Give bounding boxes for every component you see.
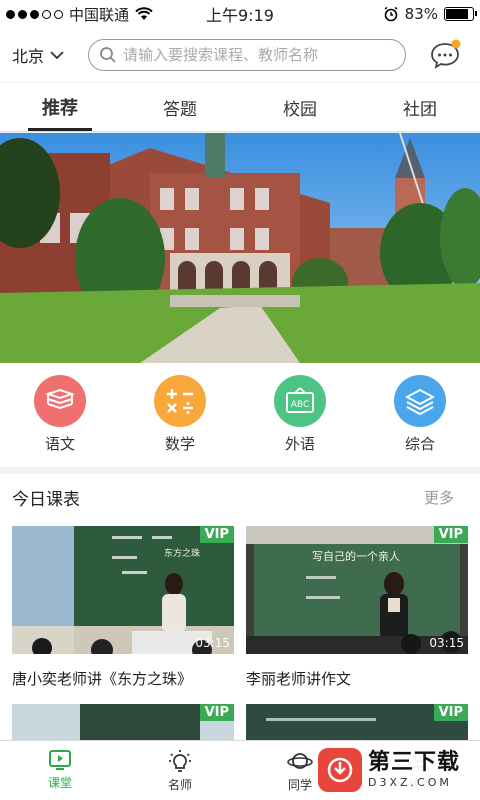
course-thumbnail: 写自己的一个亲人 VIP 03:15: [246, 526, 468, 654]
tab-teachers[interactable]: 名师: [120, 741, 240, 800]
vip-badge: VIP: [199, 704, 234, 721]
battery-icon: [444, 7, 477, 21]
wifi-icon: [135, 7, 153, 20]
top-header: 北京: [0, 28, 480, 82]
course-title: 李丽老师讲作文: [246, 670, 352, 688]
city-label: 北京: [12, 47, 45, 66]
blackboard-text: 东方之珠: [164, 547, 200, 559]
signal-icon: [6, 9, 63, 19]
campus-photo: [0, 133, 480, 363]
layers-icon: [394, 375, 446, 427]
course-card[interactable]: VIP: [12, 704, 234, 740]
today-schedule: 今日课表 更多 东方之珠 VIP 03:15 唐小奕老师讲《东方之珠》 写自己的…: [0, 474, 480, 740]
watermark-name: 第三下载: [368, 750, 461, 775]
campus-banner[interactable]: [0, 133, 480, 363]
chat-bubble-icon: [431, 39, 461, 69]
watermark-url: D3XZ.COM: [368, 776, 452, 789]
tab-campus[interactable]: 校园: [240, 83, 360, 131]
category-label: 数学: [164, 435, 195, 453]
course-thumbnail: VIP: [12, 704, 234, 740]
tab-label: 课堂: [47, 776, 72, 790]
category-label: 语文: [44, 435, 75, 453]
blackboard-text: 写自己的一个亲人: [312, 549, 400, 563]
site-watermark: 第三下载 D3XZ.COM: [318, 742, 476, 798]
vip-badge: VIP: [433, 704, 468, 721]
search-icon: [100, 47, 116, 63]
vip-badge: VIP: [199, 526, 234, 543]
course-thumbnail: VIP: [246, 704, 468, 740]
top-tabs: 推荐 答题 校园 社团: [0, 82, 480, 132]
vip-badge: VIP: [433, 526, 468, 543]
search-input[interactable]: [123, 46, 393, 64]
battery-percent: 83%: [404, 5, 438, 23]
category-grid: 语文 数学 ABC 外语 综合: [0, 363, 480, 467]
math-symbols-icon: [154, 375, 206, 427]
category-chinese[interactable]: 语文: [0, 363, 120, 467]
category-label: 综合: [404, 435, 435, 453]
category-language[interactable]: ABC 外语: [240, 363, 360, 467]
alarm-icon: [384, 6, 398, 22]
course-card[interactable]: 东方之珠 VIP 03:15 唐小奕老师讲《东方之珠》: [12, 526, 234, 689]
category-label: 外语: [284, 435, 315, 453]
book-stack-icon: [34, 375, 86, 427]
section-header: 今日课表 更多: [0, 474, 480, 520]
course-thumbnail: 东方之珠 VIP 03:15: [12, 526, 234, 654]
city-selector[interactable]: 北京: [0, 43, 88, 67]
svg-text:ABC: ABC: [291, 400, 309, 410]
tab-label: 同学: [287, 778, 312, 792]
abc-board-icon: ABC: [274, 375, 326, 427]
tab-label: 名师: [167, 778, 192, 792]
course-card[interactable]: VIP: [246, 704, 468, 740]
category-general[interactable]: 综合: [360, 363, 480, 467]
video-duration: 03:15: [429, 636, 464, 650]
status-right: 83%: [383, 5, 480, 23]
tab-club[interactable]: 社团: [360, 83, 480, 131]
video-duration: 03:15: [195, 636, 230, 650]
planet-icon: [287, 753, 313, 769]
chevron-down-icon: [50, 50, 64, 59]
message-button[interactable]: [428, 38, 462, 72]
status-left: 中国联通: [0, 4, 153, 25]
search-box[interactable]: [88, 39, 406, 71]
status-bar: 中国联通 上午9:19 83%: [0, 0, 480, 28]
download-logo-icon: [318, 748, 362, 792]
section-title: 今日课表: [12, 489, 80, 510]
tab-questions[interactable]: 答题: [120, 83, 240, 131]
tab-classroom[interactable]: 课堂: [0, 741, 120, 800]
tab-recommend[interactable]: 推荐: [0, 83, 120, 131]
category-math[interactable]: 数学: [120, 363, 240, 467]
lightbulb-icon: [169, 750, 191, 772]
course-card[interactable]: 写自己的一个亲人 VIP 03:15 李丽老师讲作文: [246, 526, 468, 689]
carrier-name: 中国联通: [69, 5, 130, 24]
tv-play-icon: [49, 750, 71, 770]
more-link[interactable]: 更多: [424, 487, 454, 508]
watermark-text: 第三下载 D3XZ.COM: [368, 750, 461, 789]
course-title: 唐小奕老师讲《东方之珠》: [12, 670, 193, 688]
